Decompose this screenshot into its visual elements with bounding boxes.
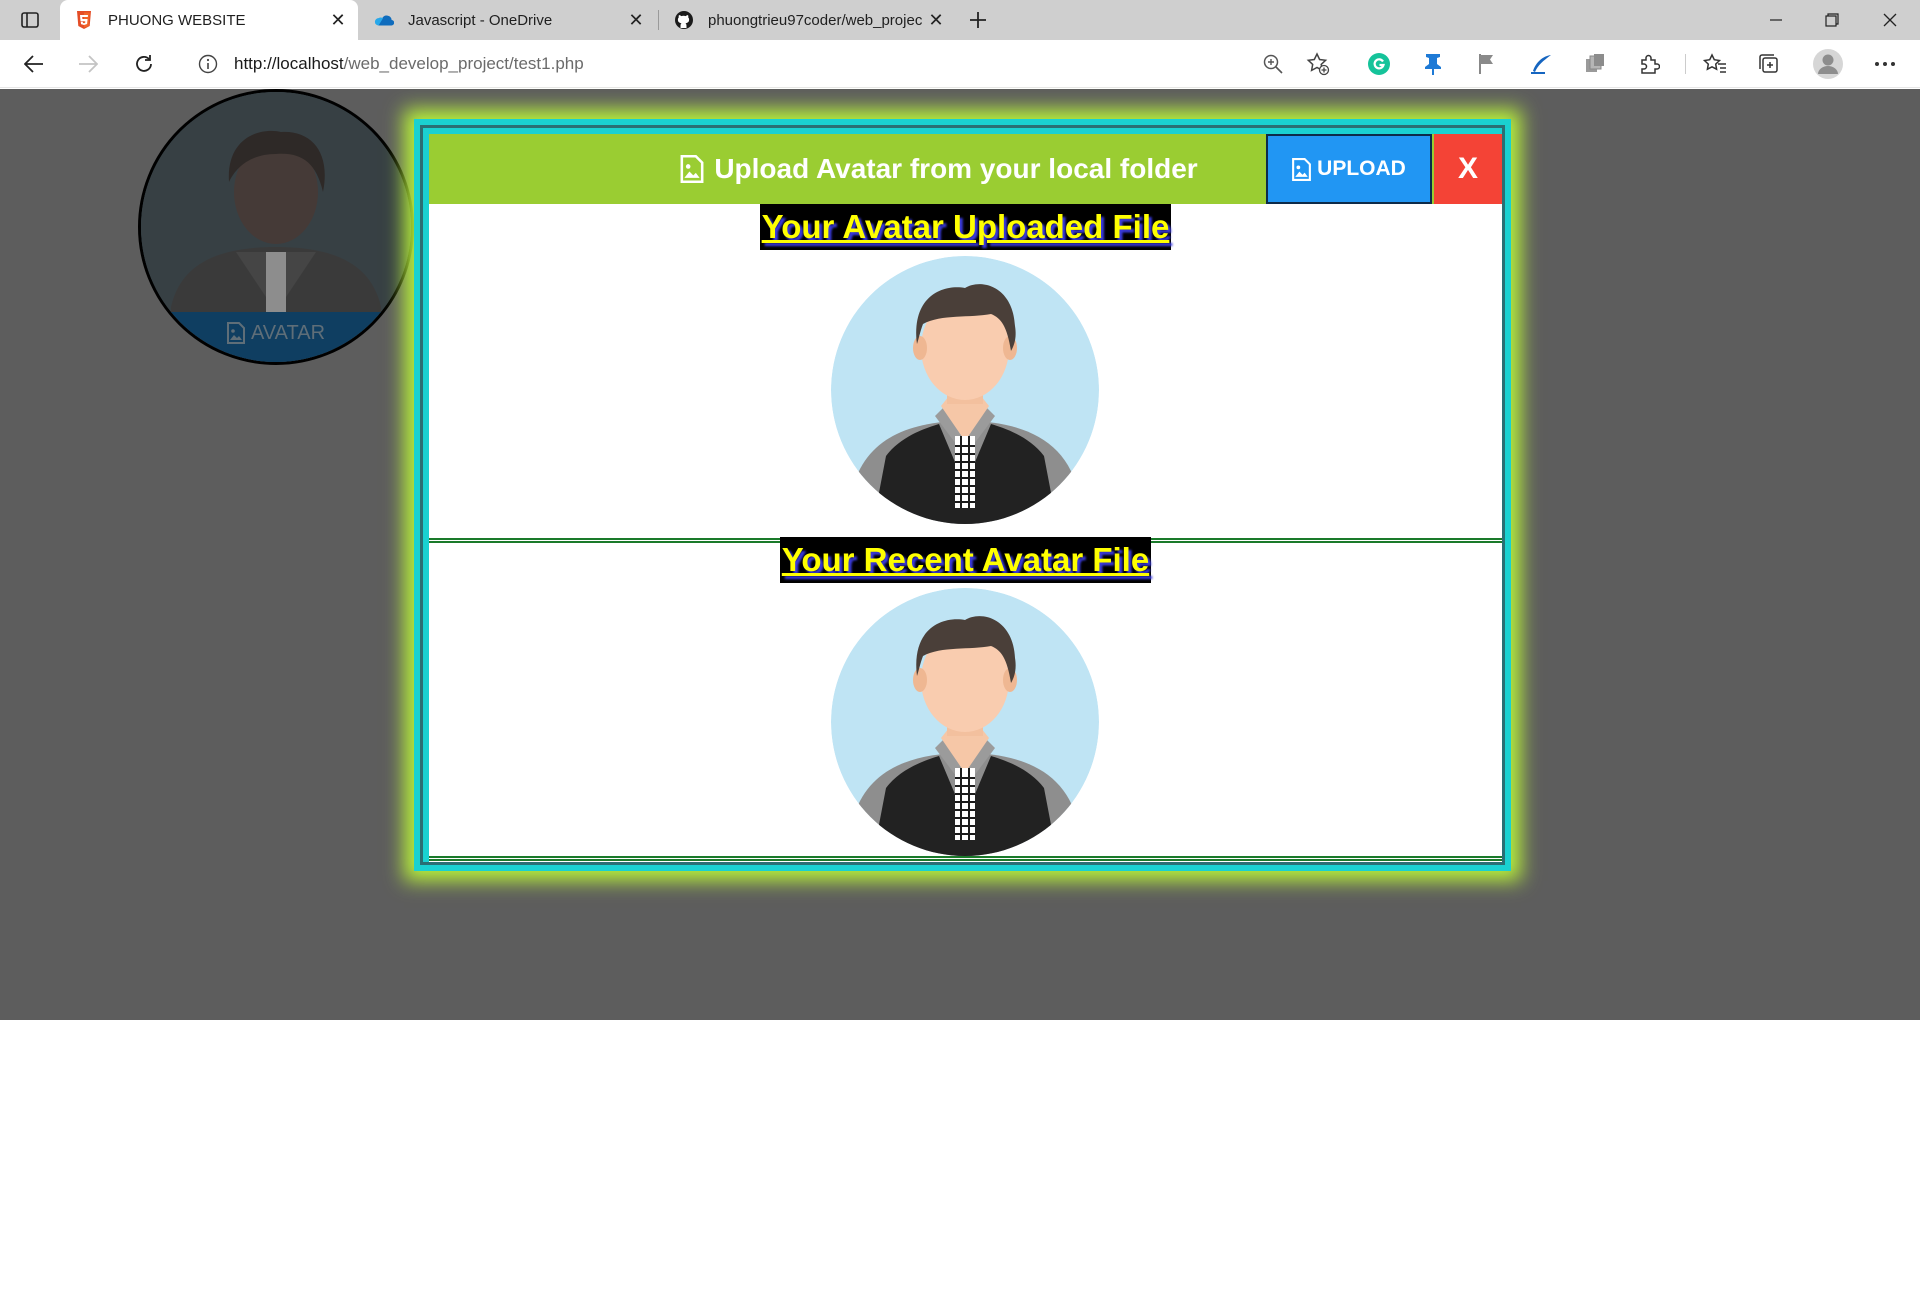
modal-frame: Upload Avatar from your local folder UPL…: [420, 125, 1505, 865]
image-file-icon: [226, 322, 245, 344]
github-icon: [674, 10, 694, 30]
upload-button-label: UPLOAD: [1317, 157, 1406, 180]
toolbar-divider: [1685, 54, 1686, 74]
minimize-icon: [1770, 19, 1782, 21]
upload-button[interactable]: UPLOAD: [1266, 134, 1432, 204]
address-bar[interactable]: http://localhost/web_develop_project/tes…: [180, 45, 1344, 83]
tab-strip: PHUONG WEBSITE ✕ Javascript - OneDrive ✕…: [0, 0, 1920, 40]
recent-avatar-image: [831, 588, 1099, 856]
back-button[interactable]: [16, 48, 52, 80]
tab-title: PHUONG WEBSITE: [108, 11, 246, 29]
refresh-button[interactable]: [126, 48, 162, 80]
upload-avatar-modal: Upload Avatar from your local folder UPL…: [414, 119, 1511, 871]
tab-actions-icon: [21, 12, 39, 28]
forward-button[interactable]: [70, 48, 106, 80]
tab-github[interactable]: phuongtrieu97coder/web_project ✕: [660, 0, 956, 40]
html5-icon: [74, 10, 94, 30]
url-host: http://localhost: [234, 54, 344, 73]
close-window-button[interactable]: [1862, 0, 1918, 40]
image-file-icon: [1292, 157, 1312, 181]
avatar-label-band[interactable]: AVATAR: [141, 312, 411, 362]
tab-actions-button[interactable]: [14, 8, 46, 32]
feather-pen-icon[interactable]: [1526, 50, 1556, 78]
new-tab-button[interactable]: [962, 6, 994, 34]
page-overlay[interactable]: AVATAR Upload Avatar from your local fol…: [0, 89, 1920, 1020]
restore-icon: [1825, 13, 1839, 27]
avatar-label: AVATAR: [250, 322, 326, 344]
arrow-right-icon: [79, 55, 98, 73]
extensions-puzzle-icon[interactable]: [1634, 50, 1664, 78]
uploaded-avatar-heading: Your Avatar Uploaded File: [759, 204, 1172, 250]
image-file-icon: [680, 155, 704, 183]
close-icon: [1883, 13, 1897, 27]
tab-close-button[interactable]: ✕: [324, 6, 352, 34]
arrow-left-icon: [24, 55, 43, 73]
recent-avatar-section: Your Recent Avatar File: [429, 537, 1502, 859]
refresh-icon: [136, 55, 152, 72]
tab-close-button[interactable]: ✕: [922, 6, 950, 34]
add-favorite-icon[interactable]: [1306, 52, 1330, 80]
tab-title: phuongtrieu97coder/web_project: [708, 11, 922, 29]
url-text: http://localhost/web_develop_project/tes…: [234, 54, 584, 74]
profile-avatar-icon[interactable]: [1812, 48, 1844, 80]
modal-content: Upload Avatar from your local folder UPL…: [429, 134, 1502, 862]
uploaded-avatar-section: Your Avatar Uploaded File: [429, 204, 1502, 538]
tab-phuong-website[interactable]: PHUONG WEBSITE ✕: [60, 0, 358, 40]
profile-avatar[interactable]: AVATAR: [138, 89, 414, 365]
page-blank-area: [0, 1020, 1920, 1304]
minimize-button[interactable]: [1748, 0, 1804, 40]
restore-button[interactable]: [1804, 0, 1860, 40]
modal-title-text: Upload Avatar from your local folder: [714, 153, 1198, 184]
close-modal-button[interactable]: X: [1434, 134, 1502, 204]
flag-icon[interactable]: [1472, 50, 1502, 78]
section-divider: [429, 856, 1502, 861]
tab-onedrive[interactable]: Javascript - OneDrive ✕: [360, 0, 656, 40]
tab-separator: [658, 10, 659, 30]
recent-avatar-heading: Your Recent Avatar File: [779, 537, 1152, 583]
uploaded-avatar-image: [831, 256, 1099, 524]
collections-icon[interactable]: [1754, 50, 1784, 78]
plus-icon: [970, 12, 986, 28]
browser-toolbar: http://localhost/web_develop_project/tes…: [0, 40, 1920, 88]
grammarly-icon[interactable]: [1364, 50, 1394, 78]
copies-icon[interactable]: [1580, 50, 1610, 78]
zoom-icon[interactable]: [1262, 53, 1284, 79]
recent-avatar-heading-wrap: Your Recent Avatar File: [429, 537, 1502, 583]
url-path: /web_develop_project/test1.php: [343, 54, 584, 73]
tab-title: Javascript - OneDrive: [408, 11, 553, 29]
more-menu-icon[interactable]: [1870, 50, 1900, 78]
favorites-icon[interactable]: [1700, 50, 1730, 78]
onedrive-icon: [374, 10, 394, 30]
modal-header: Upload Avatar from your local folder UPL…: [429, 134, 1502, 204]
modal-title: Upload Avatar from your local folder: [589, 134, 1289, 204]
tab-close-button[interactable]: ✕: [622, 6, 650, 34]
info-icon[interactable]: [196, 52, 220, 76]
uploaded-avatar-heading-wrap: Your Avatar Uploaded File: [429, 204, 1502, 250]
pin-extension-icon[interactable]: [1418, 50, 1448, 78]
